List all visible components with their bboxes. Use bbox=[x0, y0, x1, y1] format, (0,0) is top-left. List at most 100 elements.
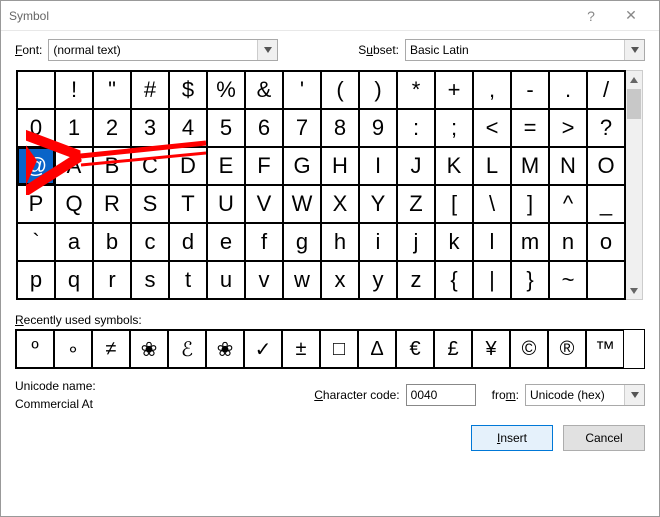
symbol-cell[interactable]: N bbox=[549, 147, 587, 185]
symbol-cell[interactable]: _ bbox=[587, 185, 625, 223]
symbol-cell[interactable]: t bbox=[169, 261, 207, 299]
symbol-cell[interactable]: 0 bbox=[17, 109, 55, 147]
recent-symbol-cell[interactable]: © bbox=[510, 330, 548, 368]
symbol-cell[interactable]: ( bbox=[321, 71, 359, 109]
recent-symbol-cell[interactable]: Δ bbox=[358, 330, 396, 368]
symbol-cell[interactable]: m bbox=[511, 223, 549, 261]
from-combo[interactable]: Unicode (hex) bbox=[525, 384, 645, 406]
symbol-cell[interactable]: f bbox=[245, 223, 283, 261]
symbol-cell[interactable]: } bbox=[511, 261, 549, 299]
symbol-cell[interactable]: B bbox=[93, 147, 131, 185]
symbol-cell[interactable]: 9 bbox=[359, 109, 397, 147]
recent-symbol-cell[interactable]: ℰ bbox=[168, 330, 206, 368]
symbol-cell[interactable]: 5 bbox=[207, 109, 245, 147]
symbol-cell[interactable]: % bbox=[207, 71, 245, 109]
symbol-cell[interactable]: P bbox=[17, 185, 55, 223]
symbol-cell[interactable]: D bbox=[169, 147, 207, 185]
scroll-thumb[interactable] bbox=[627, 89, 641, 119]
symbol-cell[interactable]: > bbox=[549, 109, 587, 147]
symbol-cell[interactable]: + bbox=[435, 71, 473, 109]
symbol-cell[interactable]: L bbox=[473, 147, 511, 185]
recent-symbols-grid[interactable]: º∘≠❀ℰ❀✓±□Δ€£¥©®™ bbox=[15, 329, 645, 369]
symbol-cell[interactable]: d bbox=[169, 223, 207, 261]
symbol-cell[interactable]: $ bbox=[169, 71, 207, 109]
symbol-cell[interactable]: ^ bbox=[549, 185, 587, 223]
symbol-cell[interactable]: s bbox=[131, 261, 169, 299]
symbol-cell[interactable]: O bbox=[587, 147, 625, 185]
symbol-cell[interactable]: < bbox=[473, 109, 511, 147]
recent-symbol-cell[interactable]: ❀ bbox=[130, 330, 168, 368]
recent-symbol-cell[interactable]: ∘ bbox=[54, 330, 92, 368]
symbol-cell[interactable]: ] bbox=[511, 185, 549, 223]
symbol-cell[interactable]: b bbox=[93, 223, 131, 261]
symbol-cell[interactable]: r bbox=[93, 261, 131, 299]
recent-symbol-cell[interactable]: £ bbox=[434, 330, 472, 368]
symbol-cell[interactable]: Z bbox=[397, 185, 435, 223]
recent-symbol-cell[interactable]: ✓ bbox=[244, 330, 282, 368]
scrollbar-vertical[interactable] bbox=[626, 70, 643, 300]
symbol-cell[interactable]: ? bbox=[587, 109, 625, 147]
symbol-cell[interactable]: l bbox=[473, 223, 511, 261]
symbol-cell[interactable]: : bbox=[397, 109, 435, 147]
symbol-cell[interactable]: e bbox=[207, 223, 245, 261]
symbol-cell[interactable]: G bbox=[283, 147, 321, 185]
symbol-cell[interactable]: q bbox=[55, 261, 93, 299]
symbol-cell[interactable]: H bbox=[321, 147, 359, 185]
symbol-cell[interactable]: . bbox=[549, 71, 587, 109]
symbol-cell[interactable]: Y bbox=[359, 185, 397, 223]
symbol-cell[interactable]: A bbox=[55, 147, 93, 185]
subset-combo[interactable]: Basic Latin bbox=[405, 39, 645, 61]
symbol-cell[interactable]: J bbox=[397, 147, 435, 185]
symbol-cell[interactable]: y bbox=[359, 261, 397, 299]
help-button[interactable]: ? bbox=[571, 2, 611, 30]
symbol-cell[interactable]: { bbox=[435, 261, 473, 299]
recent-symbol-cell[interactable]: ≠ bbox=[92, 330, 130, 368]
symbol-cell[interactable]: ` bbox=[17, 223, 55, 261]
recent-symbol-cell[interactable]: ± bbox=[282, 330, 320, 368]
symbol-cell[interactable]: T bbox=[169, 185, 207, 223]
symbol-cell[interactable]: c bbox=[131, 223, 169, 261]
symbol-cell[interactable]: g bbox=[283, 223, 321, 261]
cancel-button[interactable]: Cancel bbox=[563, 425, 645, 451]
scroll-down-icon[interactable] bbox=[626, 282, 642, 299]
symbol-cell[interactable]: * bbox=[397, 71, 435, 109]
symbol-cell[interactable]: I bbox=[359, 147, 397, 185]
font-combo[interactable]: (normal text) bbox=[48, 39, 278, 61]
symbol-cell[interactable]: 2 bbox=[93, 109, 131, 147]
recent-symbol-cell[interactable]: º bbox=[16, 330, 54, 368]
symbol-cell[interactable]: k bbox=[435, 223, 473, 261]
recent-symbol-cell[interactable]: ® bbox=[548, 330, 586, 368]
symbol-cell[interactable]: a bbox=[55, 223, 93, 261]
symbol-cell[interactable]: # bbox=[131, 71, 169, 109]
symbol-cell[interactable]: , bbox=[473, 71, 511, 109]
symbol-cell[interactable]: v bbox=[245, 261, 283, 299]
symbol-cell[interactable]: F bbox=[245, 147, 283, 185]
symbol-cell[interactable]: X bbox=[321, 185, 359, 223]
symbol-cell[interactable] bbox=[17, 71, 55, 109]
insert-button[interactable]: Insert bbox=[471, 425, 553, 451]
symbol-cell[interactable]: z bbox=[397, 261, 435, 299]
recent-symbol-cell[interactable]: ™ bbox=[586, 330, 624, 368]
close-button[interactable]: ✕ bbox=[611, 2, 651, 30]
symbol-cell[interactable]: " bbox=[93, 71, 131, 109]
symbol-cell[interactable]: u bbox=[207, 261, 245, 299]
symbol-cell[interactable]: o bbox=[587, 223, 625, 261]
scroll-up-icon[interactable] bbox=[626, 71, 642, 88]
symbol-cell[interactable]: M bbox=[511, 147, 549, 185]
symbol-cell[interactable]: h bbox=[321, 223, 359, 261]
recent-symbol-cell[interactable]: € bbox=[396, 330, 434, 368]
symbol-cell[interactable]: x bbox=[321, 261, 359, 299]
symbol-cell[interactable]: n bbox=[549, 223, 587, 261]
symbol-cell[interactable]: ) bbox=[359, 71, 397, 109]
symbol-cell[interactable]: U bbox=[207, 185, 245, 223]
symbol-cell[interactable]: & bbox=[245, 71, 283, 109]
symbol-cell[interactable]: W bbox=[283, 185, 321, 223]
recent-symbol-cell[interactable]: □ bbox=[320, 330, 358, 368]
symbol-cell[interactable]: ' bbox=[283, 71, 321, 109]
recent-symbol-cell[interactable]: ¥ bbox=[472, 330, 510, 368]
symbol-cell[interactable]: 8 bbox=[321, 109, 359, 147]
symbol-cell[interactable]: 1 bbox=[55, 109, 93, 147]
symbol-cell[interactable]: ! bbox=[55, 71, 93, 109]
symbol-cell[interactable]: [ bbox=[435, 185, 473, 223]
symbol-cell[interactable]: S bbox=[131, 185, 169, 223]
